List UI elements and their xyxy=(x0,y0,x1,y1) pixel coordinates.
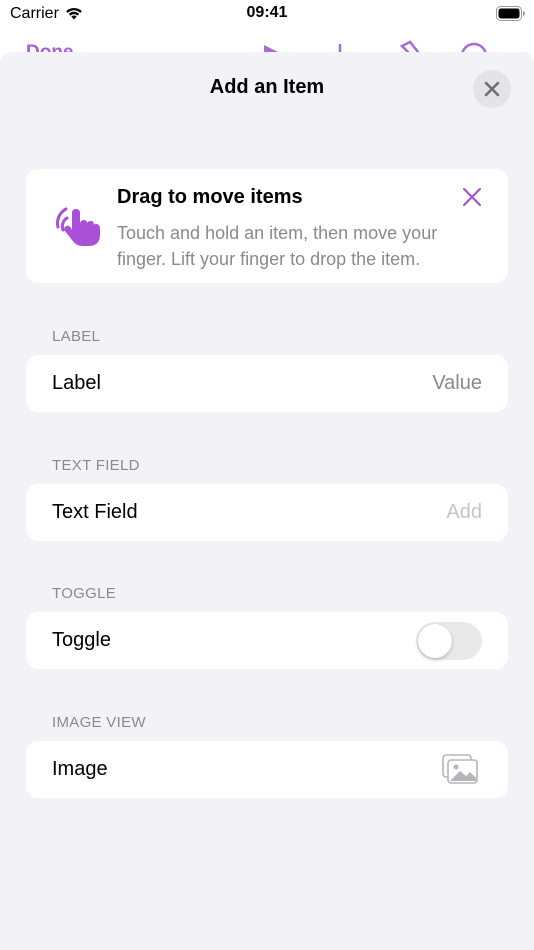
tip-body: Touch and hold an item, then move your f… xyxy=(117,223,438,269)
section-header-label: LABEL xyxy=(52,328,101,345)
text-field-row: Text Field xyxy=(26,484,508,541)
text-field-row-title: Text Field xyxy=(52,501,138,523)
toggle-row: Toggle xyxy=(26,612,508,669)
drag-tip-card: Drag to move items Touch and hold an ite… xyxy=(26,169,508,283)
photo-stack-icon[interactable] xyxy=(442,754,478,789)
sheet-title: Add an Item xyxy=(209,76,325,98)
toggle-knob xyxy=(418,624,452,658)
section-header-image-view: IMAGE VIEW xyxy=(52,714,146,731)
image-row-title: Image xyxy=(52,758,108,780)
status-time: 09:41 xyxy=(246,4,288,21)
close-icon xyxy=(463,188,481,206)
section-header-toggle: TOGGLE xyxy=(52,585,117,602)
status-bar: Carrier 09:41 xyxy=(0,0,534,30)
text-field-input[interactable] xyxy=(282,498,482,526)
tip-title: Drag to move items xyxy=(117,186,303,208)
label-row-title: Label xyxy=(52,372,101,394)
section-header-text-field: TEXT FIELD xyxy=(52,457,140,474)
close-icon xyxy=(484,81,500,97)
battery-icon xyxy=(496,6,526,26)
toggle-switch[interactable] xyxy=(416,622,482,660)
close-button[interactable] xyxy=(473,70,511,108)
label-row: Label Value xyxy=(26,355,508,412)
add-item-sheet: Add an Item Drag to move items Touch and… xyxy=(0,52,534,950)
toggle-row-title: Toggle xyxy=(52,629,111,651)
label-row-value: Value xyxy=(432,372,482,394)
tip-dismiss-button[interactable] xyxy=(462,187,482,212)
image-row: Image xyxy=(26,741,508,798)
hand-drag-icon xyxy=(52,203,102,252)
